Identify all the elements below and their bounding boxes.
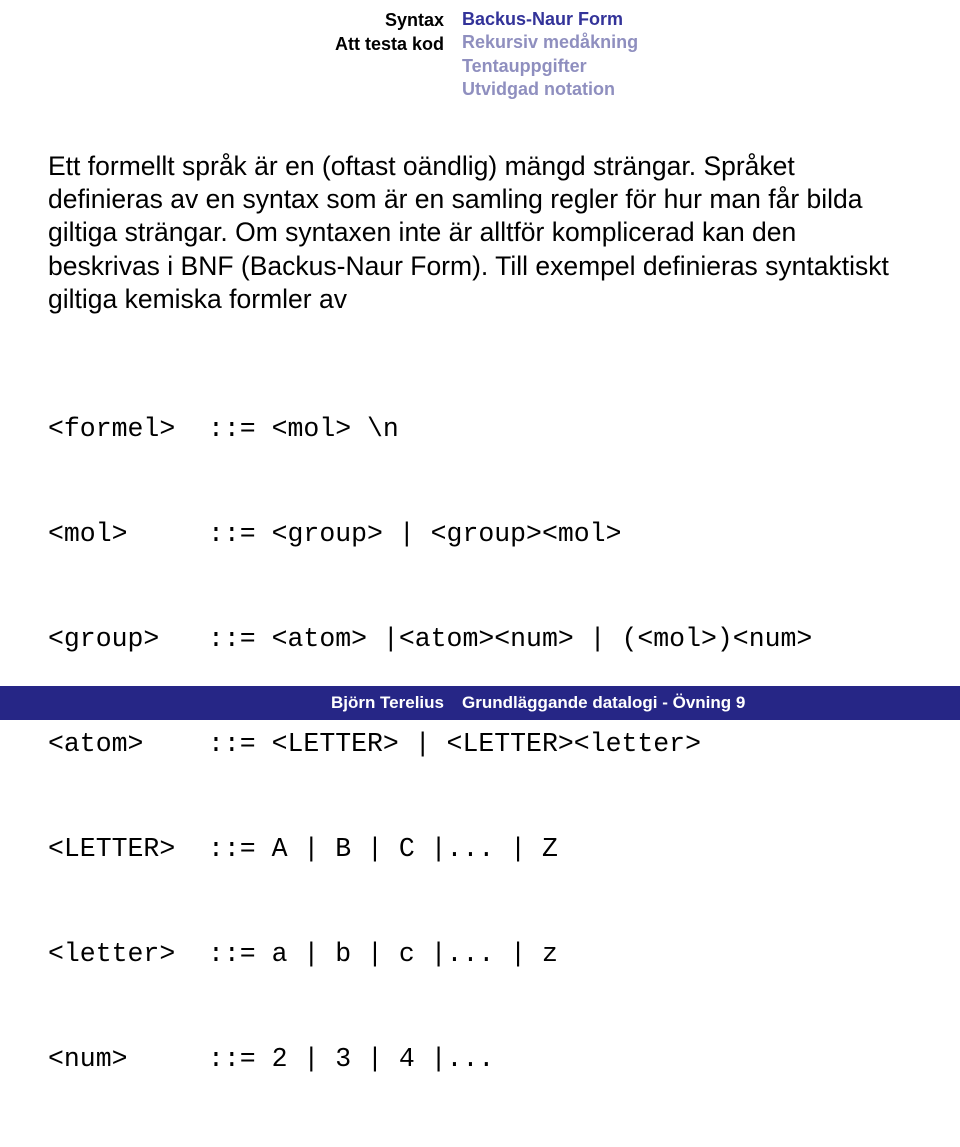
- footer-author: Björn Terelius: [0, 686, 462, 720]
- slide-content: Ett formellt språk är en (oftast oändlig…: [0, 112, 960, 1147]
- subsection-label: Utvidgad notation: [462, 78, 960, 101]
- header-left-sections: Syntax Att testa kod: [0, 8, 462, 102]
- bnf-definition: ::= A | B | C |... | Z: [208, 834, 558, 864]
- bnf-definition: ::= <atom> |<atom><num> | (<mol>)<num>: [208, 624, 812, 654]
- bnf-nonterminal: <formel>: [48, 412, 208, 447]
- body-paragraph: Ett formellt språk är en (oftast oändlig…: [48, 150, 912, 317]
- bnf-definition: ::= <mol> \n: [208, 414, 399, 444]
- subsection-label: Tentauppgifter: [462, 55, 960, 78]
- bnf-nonterminal: <letter>: [48, 937, 208, 972]
- bnf-rule: <num>::= 2 | 3 | 4 |...: [48, 1042, 912, 1077]
- subsection-label: Rekursiv medåkning: [462, 31, 960, 54]
- bnf-nonterminal: <LETTER>: [48, 832, 208, 867]
- section-label: Att testa kod: [0, 32, 444, 56]
- subsection-label: Backus-Naur Form: [462, 8, 960, 31]
- bnf-rule: <LETTER>::= A | B | C |... | Z: [48, 832, 912, 867]
- bnf-rule: <formel>::= <mol> \n: [48, 412, 912, 447]
- bnf-definition: ::= a | b | c |... | z: [208, 939, 558, 969]
- header-right-subsections: Backus-Naur Form Rekursiv medåkning Tent…: [462, 8, 960, 102]
- bnf-definition: ::= 2 | 3 | 4 |...: [208, 1044, 494, 1074]
- bnf-nonterminal: <atom>: [48, 727, 208, 762]
- bnf-rule: <mol>::= <group> | <group><mol>: [48, 517, 912, 552]
- bnf-nonterminal: <num>: [48, 1042, 208, 1077]
- bnf-rule: <letter>::= a | b | c |... | z: [48, 937, 912, 972]
- footer-title: Grundläggande datalogi - Övning 9: [462, 686, 960, 720]
- bnf-rule: <group>::= <atom> |<atom><num> | (<mol>)…: [48, 622, 912, 657]
- section-label: Syntax: [0, 8, 444, 32]
- bnf-rule: <atom>::= <LETTER> | <LETTER><letter>: [48, 727, 912, 762]
- bnf-nonterminal: <group>: [48, 622, 208, 657]
- bnf-grammar-block: <formel>::= <mol> \n <mol>::= <group> | …: [48, 342, 912, 1146]
- slide-footer: Björn Terelius Grundläggande datalogi - …: [0, 686, 960, 720]
- slide-header: Syntax Att testa kod Backus-Naur Form Re…: [0, 0, 960, 112]
- bnf-definition: ::= <group> | <group><mol>: [208, 519, 621, 549]
- bnf-nonterminal: <mol>: [48, 517, 208, 552]
- bnf-definition: ::= <LETTER> | <LETTER><letter>: [208, 729, 701, 759]
